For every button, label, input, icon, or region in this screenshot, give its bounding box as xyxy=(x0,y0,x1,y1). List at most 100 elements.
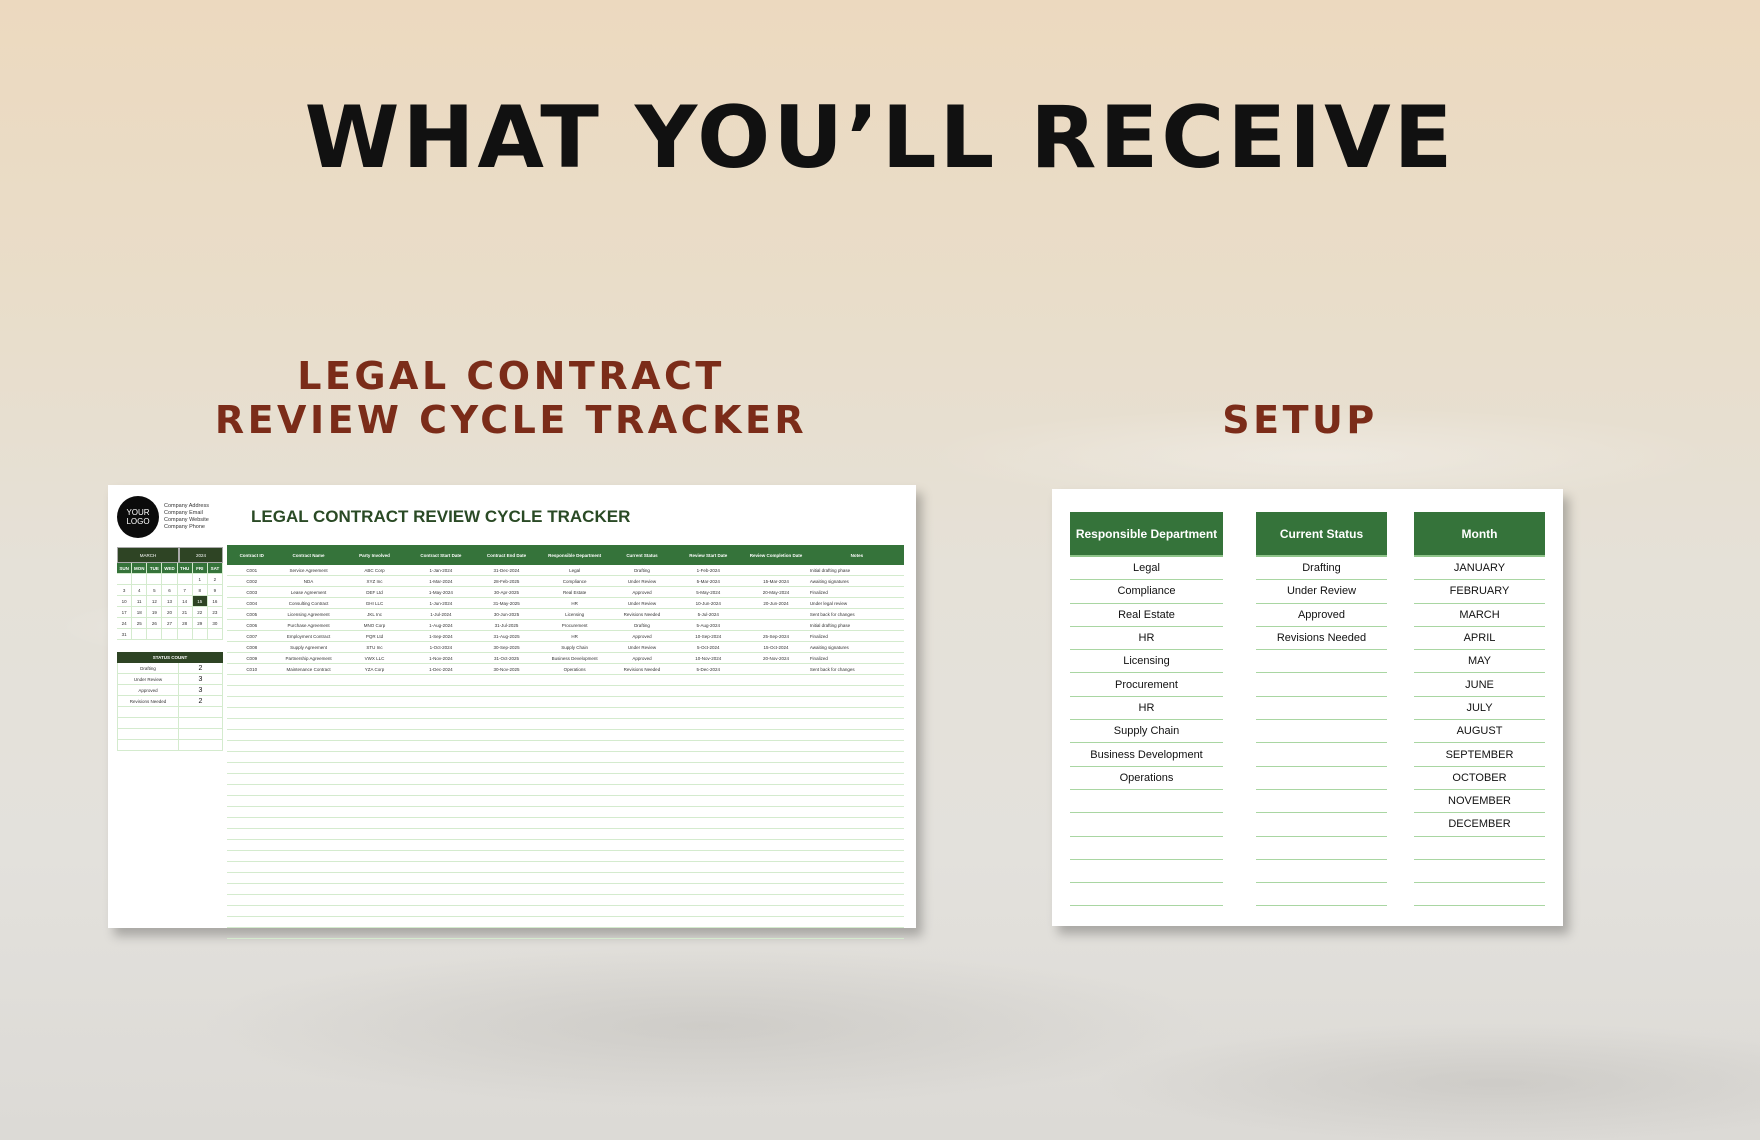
calendar-day[interactable]: 14 xyxy=(178,596,193,606)
setup-list-item[interactable] xyxy=(1256,813,1387,837)
setup-list-item[interactable] xyxy=(1414,860,1545,884)
table-cell[interactable]: Lease Agreement xyxy=(276,587,340,597)
column-header[interactable]: Current Status xyxy=(609,545,674,565)
calendar-day[interactable]: 22 xyxy=(193,607,208,617)
table-cell[interactable]: 5-Dec-2024 xyxy=(674,664,742,674)
table-row[interactable] xyxy=(227,895,904,906)
setup-list-item[interactable] xyxy=(1070,790,1223,814)
setup-list-item[interactable]: APRIL xyxy=(1414,627,1545,651)
table-cell[interactable]: 1-Jun-2024 xyxy=(408,598,473,608)
table-cell[interactable]: PQR Ltd xyxy=(341,631,409,641)
table-cell[interactable]: 10-Nov-2024 xyxy=(674,653,742,663)
table-cell[interactable] xyxy=(742,609,810,619)
table-cell[interactable]: 1-May-2024 xyxy=(408,587,473,597)
table-cell[interactable]: 31-May-2025 xyxy=(473,598,539,608)
table-cell[interactable]: 31-Dec-2024 xyxy=(473,565,539,575)
table-cell[interactable]: C006 xyxy=(227,620,276,630)
setup-list-item[interactable] xyxy=(1256,883,1387,907)
table-row[interactable]: C010 Maintenance Contract YZA Corp 1-Dec-20… xyxy=(227,664,904,675)
calendar-day[interactable]: 2 xyxy=(208,574,223,584)
table-cell[interactable]: 28-Feb-2025 xyxy=(473,576,539,586)
table-cell[interactable]: JKL Inc xyxy=(341,609,409,619)
table-cell[interactable]: XYZ Inc xyxy=(341,576,409,586)
table-row[interactable] xyxy=(227,686,904,697)
table-cell[interactable]: Service Agreement xyxy=(276,565,340,575)
calendar-day[interactable]: 31 xyxy=(117,629,133,639)
table-cell[interactable]: 20-Jun-2024 xyxy=(742,598,810,608)
table-cell[interactable]: NDA xyxy=(276,576,340,586)
table-cell[interactable]: 5-Mar-2024 xyxy=(674,576,742,586)
setup-list-item[interactable] xyxy=(1070,860,1223,884)
table-cell[interactable]: C003 xyxy=(227,587,276,597)
setup-list-item[interactable]: Real Estate xyxy=(1070,604,1223,627)
table-cell[interactable] xyxy=(742,620,810,630)
column-header[interactable]: Responsible Department xyxy=(540,545,610,565)
setup-list-item[interactable] xyxy=(1256,837,1387,860)
table-cell[interactable]: Revisions Needed xyxy=(609,609,674,619)
table-row[interactable] xyxy=(227,697,904,708)
calendar-month[interactable]: MARCH xyxy=(117,547,179,563)
table-cell[interactable]: Awaiting signatures xyxy=(810,576,904,586)
table-row[interactable] xyxy=(227,829,904,840)
setup-list-item[interactable] xyxy=(1256,860,1387,884)
table-cell[interactable]: VWX LLC xyxy=(341,653,409,663)
table-cell[interactable]: 31-Oct-2025 xyxy=(473,653,539,663)
calendar-day[interactable]: 7 xyxy=(178,585,193,595)
calendar-day[interactable]: 5 xyxy=(147,585,163,595)
column-header[interactable]: Notes xyxy=(810,545,904,565)
setup-list-item[interactable] xyxy=(1256,743,1387,767)
table-cell[interactable]: 5-Jul-2024 xyxy=(674,609,742,619)
table-cell[interactable]: DEF Ltd xyxy=(341,587,409,597)
table-cell[interactable]: Compliance xyxy=(540,576,610,586)
calendar-day[interactable]: 27 xyxy=(162,618,178,628)
setup-list-item[interactable]: HR xyxy=(1070,697,1223,721)
column-header[interactable]: Contract ID xyxy=(227,545,276,565)
table-cell[interactable]: C009 xyxy=(227,653,276,663)
table-cell[interactable]: 20-May-2024 xyxy=(742,587,810,597)
table-cell[interactable]: Purchase Agreement xyxy=(276,620,340,630)
calendar-day[interactable]: 29 xyxy=(193,618,208,628)
setup-list-item[interactable] xyxy=(1256,673,1387,697)
setup-list-item[interactable]: NOVEMBER xyxy=(1414,790,1545,814)
calendar-day[interactable]: 8 xyxy=(193,585,208,595)
table-cell[interactable]: MNO Corp xyxy=(341,620,409,630)
setup-list-item[interactable]: HR xyxy=(1070,627,1223,651)
table-cell[interactable]: 1-Oct-2024 xyxy=(408,642,473,652)
calendar-day[interactable]: 25 xyxy=(132,618,148,628)
calendar-day[interactable]: 21 xyxy=(178,607,193,617)
table-cell[interactable]: 31-Aug-2025 xyxy=(473,631,539,641)
column-header[interactable]: Review Start Date xyxy=(674,545,742,565)
table-cell[interactable]: Under Review xyxy=(609,598,674,608)
table-row[interactable]: C005 Licensing Agreement JKL Inc 1-Jul-2024… xyxy=(227,609,904,620)
setup-list-item[interactable] xyxy=(1070,883,1223,907)
setup-list-item[interactable]: Compliance xyxy=(1070,580,1223,604)
table-cell[interactable]: Approved xyxy=(609,653,674,663)
setup-list-item[interactable] xyxy=(1414,837,1545,860)
setup-list-item[interactable]: Procurement xyxy=(1070,673,1223,697)
table-cell[interactable]: Real Estate xyxy=(540,587,610,597)
calendar-day[interactable]: 17 xyxy=(117,607,133,617)
table-cell[interactable]: 30-Apr-2025 xyxy=(473,587,539,597)
table-cell[interactable]: 1-Jul-2024 xyxy=(408,609,473,619)
calendar-day[interactable]: 19 xyxy=(147,607,163,617)
calendar-day[interactable]: 6 xyxy=(162,585,178,595)
column-header[interactable]: Contract Name xyxy=(276,545,340,565)
setup-list-item[interactable] xyxy=(1256,767,1387,790)
table-cell[interactable]: 1-Mar-2024 xyxy=(408,576,473,586)
table-cell[interactable]: 5-Aug-2024 xyxy=(674,620,742,630)
table-row[interactable]: C001 Service Agreement ABC Corp 1-Jan-2024 3… xyxy=(227,565,904,576)
table-row[interactable] xyxy=(227,763,904,774)
calendar-day[interactable]: 15 xyxy=(192,596,208,606)
table-cell[interactable]: 1-Jan-2024 xyxy=(408,565,473,575)
table-cell[interactable]: Legal xyxy=(540,565,610,575)
setup-list-item[interactable]: Legal xyxy=(1070,557,1223,581)
setup-list-item[interactable]: FEBRUARY xyxy=(1414,580,1545,604)
calendar-day[interactable]: 18 xyxy=(132,607,148,617)
setup-list-item[interactable]: AUGUST xyxy=(1414,720,1545,744)
table-cell[interactable]: Sent back for changes xyxy=(810,609,904,619)
table-row[interactable] xyxy=(227,741,904,752)
table-cell[interactable]: Drafting xyxy=(609,620,674,630)
table-cell[interactable]: 10-Sep-2024 xyxy=(674,631,742,641)
table-row[interactable] xyxy=(227,851,904,862)
table-row[interactable]: C004 Consulting Contract GHI LLC 1-Jun-2024… xyxy=(227,598,904,609)
